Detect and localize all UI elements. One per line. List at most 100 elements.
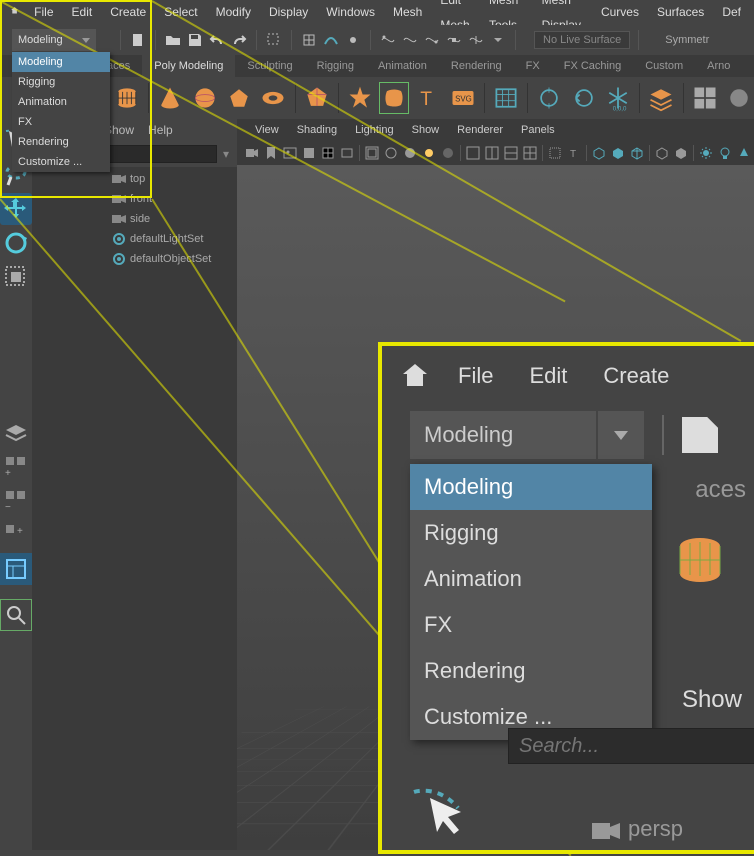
home-icon[interactable] [10,5,19,21]
layer-stack-icon[interactable] [0,417,32,449]
curve-snap5-icon[interactable] [467,31,485,49]
vp-menu-panels[interactable]: Panels [513,124,563,136]
vp-menu-renderer[interactable]: Renderer [449,124,511,136]
vp-camera-icon[interactable] [243,144,261,162]
menu-file[interactable]: File [25,0,62,25]
mode-option-animation[interactable]: Animation [12,92,110,112]
outliner-item-front[interactable]: front [32,189,237,209]
menu-curves[interactable]: Curves [592,0,648,25]
outliner-menu-help[interactable]: Help [148,123,173,137]
outliner-item-side[interactable]: side [32,209,237,229]
construction-plane-icon[interactable] [534,82,564,114]
menu-surfaces[interactable]: Surfaces [648,0,713,25]
rotate-tool-icon[interactable] [0,227,32,259]
vp-safe-icon[interactable] [363,144,381,162]
outliner-item-top[interactable]: top [32,169,237,189]
mode-option-rendering[interactable]: Rendering [12,132,110,152]
mode-option-fx[interactable]: FX [12,112,110,132]
snap-set3-icon[interactable]: + [0,519,32,551]
sweep-icon[interactable] [569,82,599,114]
shelf-tab-animation[interactable]: Animation [366,55,439,77]
vp-light-icon[interactable] [420,144,438,162]
vp-xray-icon[interactable] [546,144,564,162]
layer-icon[interactable] [646,82,676,114]
curve-snap-icon[interactable] [379,31,397,49]
scale-tool-icon[interactable] [0,261,32,293]
snap-curve-icon[interactable] [322,31,340,49]
live-surface-label[interactable]: No Live Surface [534,31,630,49]
symmetry-label[interactable]: Symmetr [665,34,709,46]
vp-iso2-icon[interactable] [609,144,627,162]
snap-set-icon[interactable]: + [0,451,32,483]
vp-menu-view[interactable]: View [247,124,287,136]
vp-bookmark-icon[interactable] [262,144,280,162]
snap-set2-icon[interactable]: − [0,485,32,517]
menu-windows[interactable]: Windows [317,0,384,25]
outliner-item-objectset[interactable]: defaultObjectSet [32,249,237,269]
vp-iso3-icon[interactable] [628,144,646,162]
quad-icon[interactable] [689,82,719,114]
vp-spot-icon[interactable] [735,144,753,162]
poly-cylinder-icon[interactable] [112,82,142,114]
mode-option-customize[interactable]: Customize ... [12,152,110,172]
menu-def[interactable]: Def [713,0,750,25]
vp-bulb-icon[interactable] [716,144,734,162]
redo-icon[interactable] [230,31,248,49]
poly-svg-icon[interactable]: SVG [448,82,478,114]
shelf-tab-custom[interactable]: Custom [633,55,695,77]
poly-platonic-icon[interactable] [301,82,331,114]
folder-icon[interactable] [164,31,182,49]
vp-film-icon[interactable] [338,144,356,162]
poly-cone-icon[interactable] [155,82,185,114]
poly-type-icon[interactable]: T [413,82,443,114]
vp-layout4-icon[interactable] [521,144,539,162]
menu-display[interactable]: Display [260,0,317,25]
vp-sun-icon[interactable] [697,144,715,162]
snap-point-icon[interactable] [344,31,362,49]
vp-iso5-icon[interactable] [672,144,690,162]
poly-star-icon[interactable] [345,82,375,114]
poly-superellipse-icon[interactable] [379,82,409,114]
snowflake-icon[interactable]: 0,0,0 [603,82,633,114]
poly-sphere-icon[interactable] [190,82,220,114]
shelf-tab-rendering[interactable]: Rendering [439,55,514,77]
new-scene-icon[interactable] [129,31,147,49]
move-tool-icon[interactable] [0,193,32,225]
shelf-tab-arnold[interactable]: Arno [695,55,742,77]
curve-snap2-icon[interactable] [401,31,419,49]
shelf-tab-polymodeling[interactable]: Poly Modeling [142,55,235,77]
menu-select[interactable]: Select [155,0,206,25]
vp-menu-lighting[interactable]: Lighting [347,124,402,136]
menu-edit[interactable]: Edit [63,0,102,25]
shelf-tab-sculpting[interactable]: Sculpting [235,55,304,77]
shelf-tab-fxcaching[interactable]: FX Caching [552,55,633,77]
mode-dropdown[interactable]: Modeling [12,29,96,51]
vp-menu-shading[interactable]: Shading [289,124,345,136]
shelf-tab-fx[interactable]: FX [514,55,552,77]
search-tool-icon[interactable] [0,599,32,631]
vp-shade-icon[interactable] [401,144,419,162]
menu-mesh[interactable]: Mesh [384,0,431,25]
shelf-tab-rigging[interactable]: Rigging [305,55,366,77]
vp-iso1-icon[interactable] [590,144,608,162]
vp-grid-icon[interactable] [319,144,337,162]
poly-calendar-icon[interactable] [491,82,521,114]
vp-shadow-icon[interactable] [439,144,457,162]
vp-iso4-icon[interactable] [653,144,671,162]
menu-modify[interactable]: Modify [207,0,260,25]
poly-torus-icon[interactable] [258,82,288,114]
mode-option-rigging[interactable]: Rigging [12,72,110,92]
select-tool-icon[interactable] [265,31,283,49]
mode-option-modeling[interactable]: Modeling [12,52,110,72]
panel-layout-icon[interactable] [0,553,32,585]
vp-layout2-icon[interactable] [483,144,501,162]
vp-2d-icon[interactable] [300,144,318,162]
undo-icon[interactable] [208,31,226,49]
curve-snap4-icon[interactable] [445,31,463,49]
vp-image-icon[interactable] [281,144,299,162]
save-icon[interactable] [186,31,204,49]
curve-snap3-icon[interactable] [423,31,441,49]
vp-menu-show[interactable]: Show [404,124,448,136]
grid-icon[interactable] [724,82,754,114]
poly-prism-icon[interactable] [224,82,254,114]
